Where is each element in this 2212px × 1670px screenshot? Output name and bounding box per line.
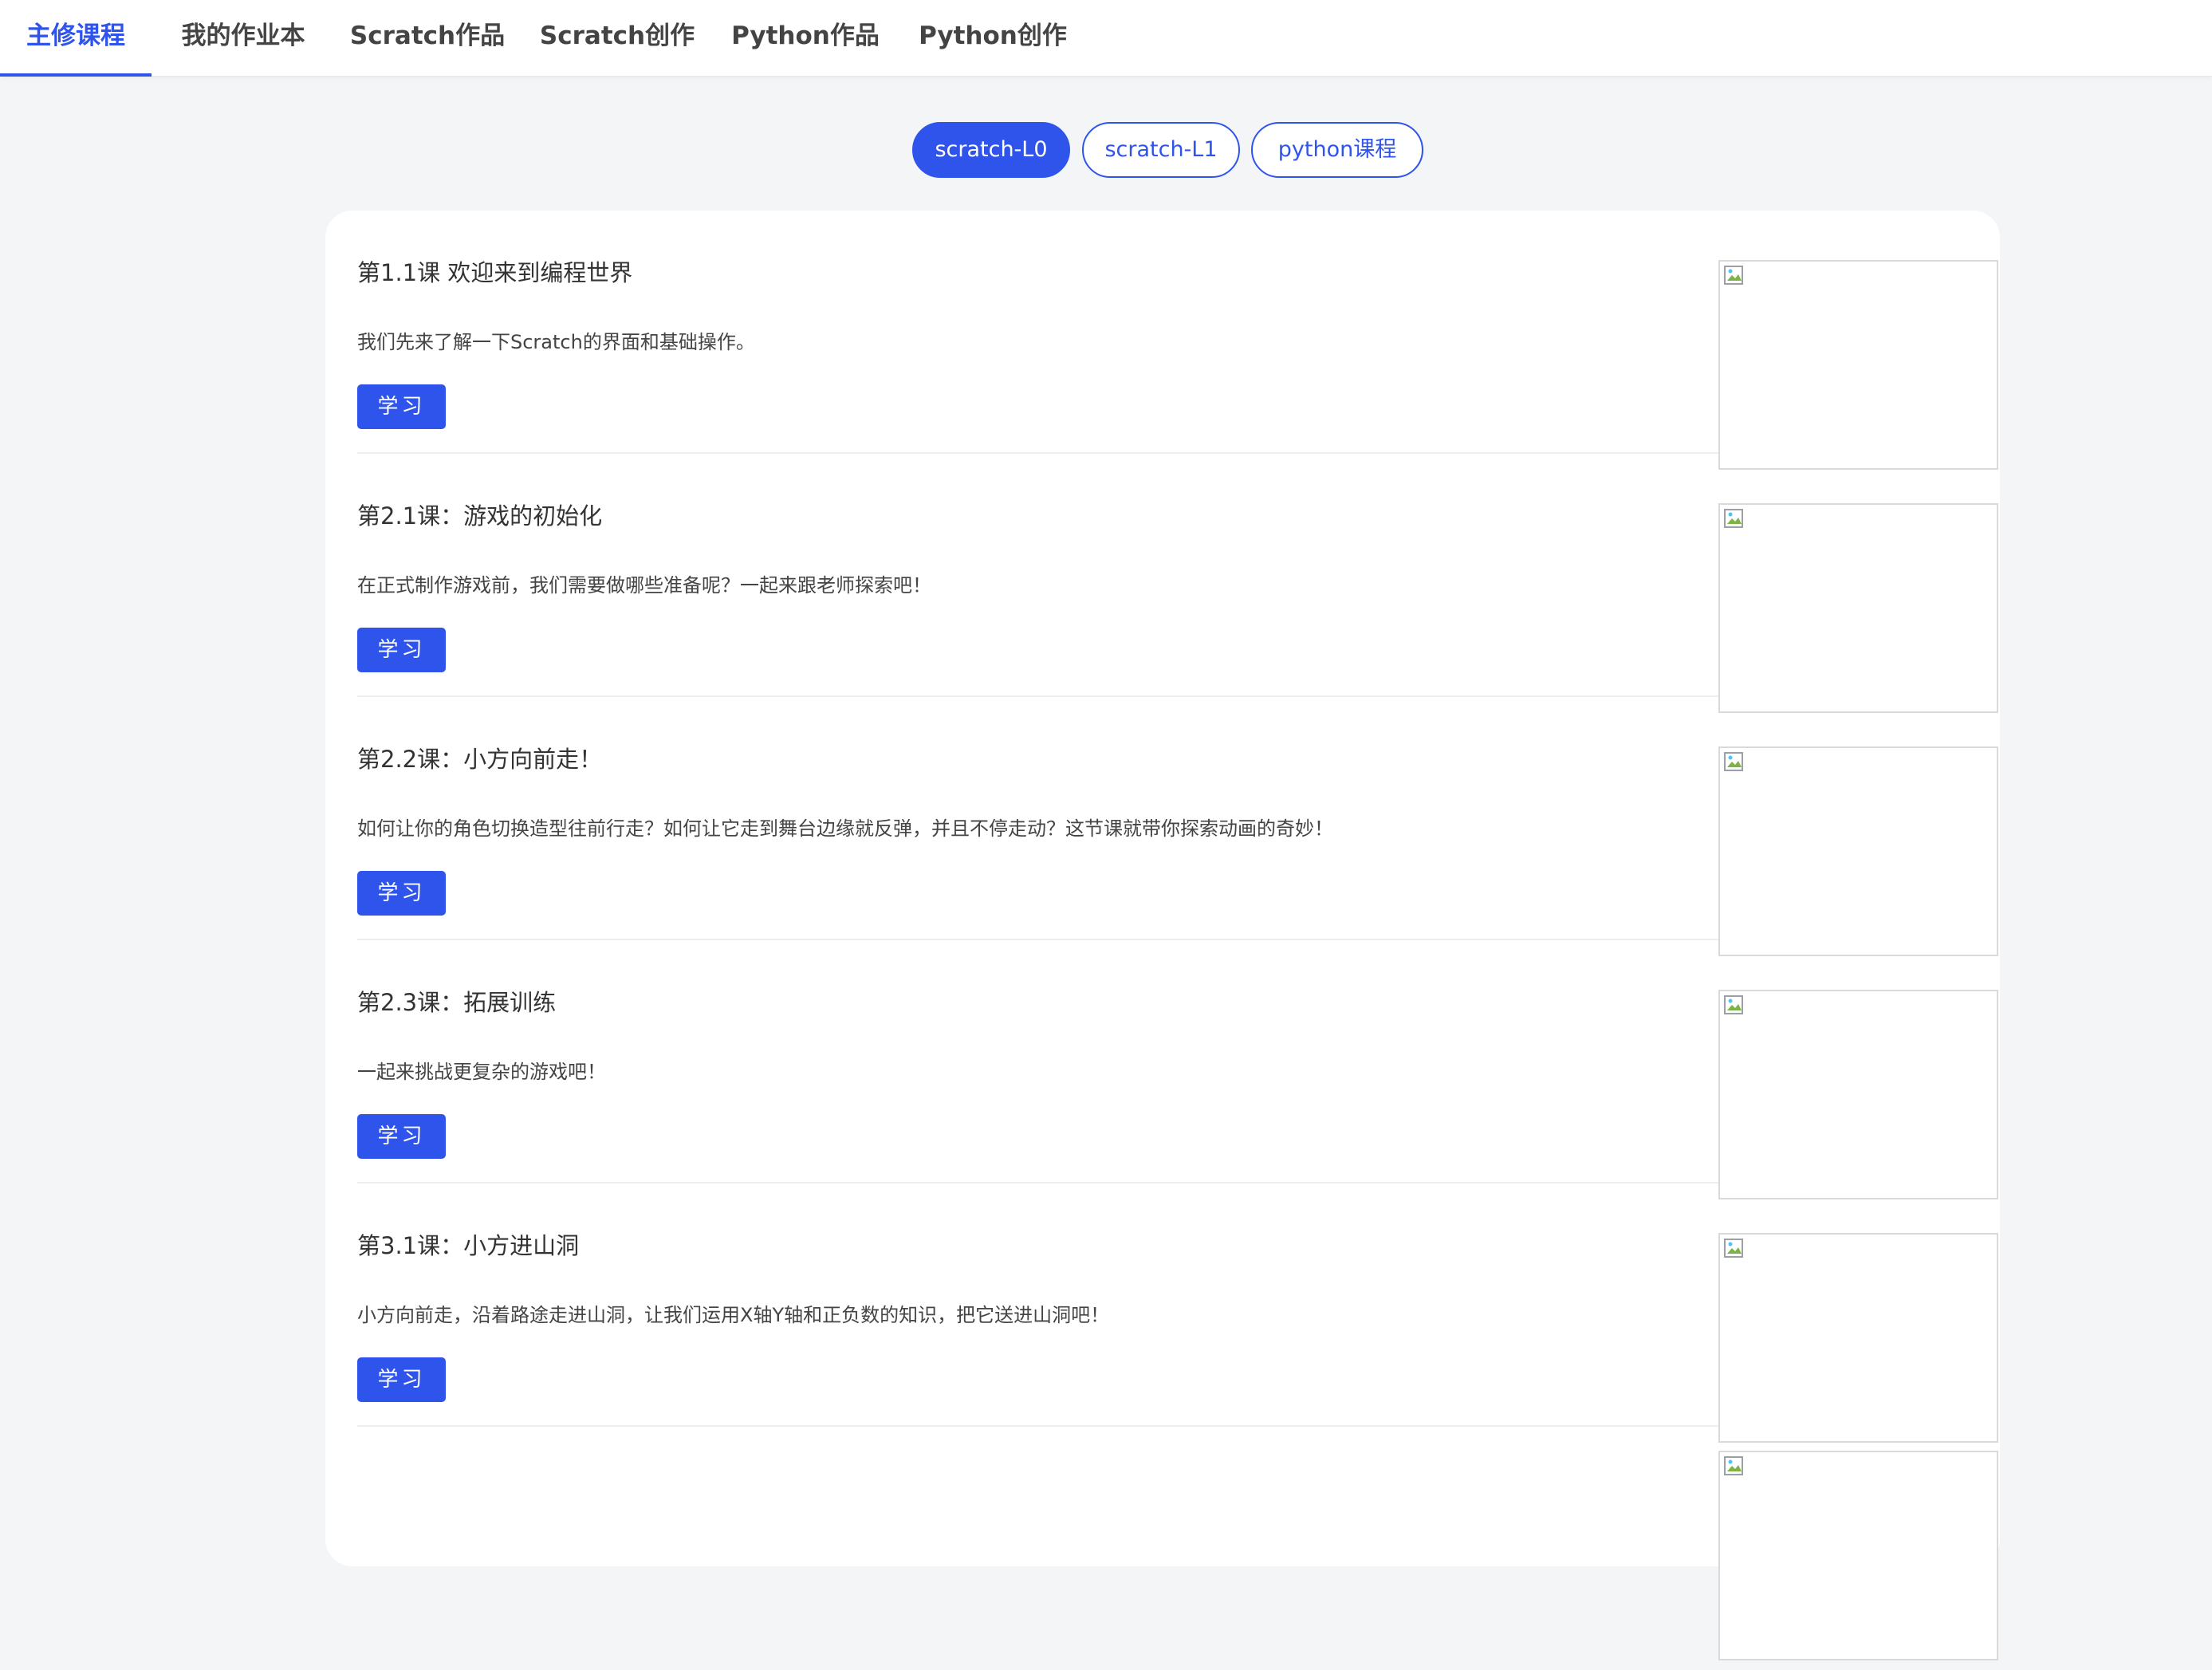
tab-main-courses[interactable]: 主修课程 (0, 0, 152, 77)
tab-python-works[interactable]: Python作品 (726, 0, 885, 77)
tab-scratch-create[interactable]: Scratch创作 (536, 0, 699, 77)
tab-python-create[interactable]: Python创作 (912, 0, 1073, 77)
study-button[interactable]: 学习 (357, 1114, 446, 1159)
course-description: 在正式制作游戏前，我们需要做哪些准备呢？一起来跟老师探索吧！ (357, 574, 931, 597)
course-item: 第3.1课：小方进山洞 小方向前走，沿着路途走进山洞，让我们运用X轴Y轴和正负数… (357, 1184, 1998, 1443)
course-item: 第1.1课 欢迎来到编程世界 我们先来了解一下Scratch的界面和基础操作。 … (357, 211, 1998, 470)
course-item-partial (357, 1427, 1998, 1670)
filter-scratch-l1[interactable]: scratch-L1 (1082, 122, 1240, 178)
study-button[interactable]: 学习 (357, 1357, 446, 1402)
course-thumbnail (1718, 260, 1998, 470)
course-thumbnail (1718, 503, 1998, 713)
broken-image-icon (1724, 266, 1743, 285)
broken-image-icon (1724, 995, 1743, 1014)
course-description: 如何让你的角色切换造型往前行走？如何让它走到舞台边缘就反弹，并且不停走动？这节课… (357, 817, 1333, 840)
filter-python-course[interactable]: python课程 (1251, 122, 1423, 178)
course-thumbnail (1718, 1451, 1998, 1660)
study-button[interactable]: 学习 (357, 384, 446, 429)
course-thumbnail (1718, 746, 1998, 956)
broken-image-icon (1724, 1456, 1743, 1475)
course-thumbnail (1718, 1233, 1998, 1443)
broken-image-icon (1724, 752, 1743, 771)
course-title: 第2.2课：小方向前走！ (357, 746, 603, 773)
tab-scratch-works[interactable]: Scratch作品 (348, 0, 507, 77)
broken-image-icon (1724, 1239, 1743, 1258)
course-description: 一起来挑战更复杂的游戏吧！ (357, 1061, 606, 1083)
course-list-card: 第1.1课 欢迎来到编程世界 我们先来了解一下Scratch的界面和基础操作。 … (325, 211, 2000, 1660)
study-button[interactable]: 学习 (357, 871, 446, 916)
tab-my-homework[interactable]: 我的作业本 (167, 0, 319, 77)
top-nav: 主修课程 我的作业本 Scratch作品 Scratch创作 Python作品 … (0, 0, 2212, 77)
course-thumbnail (1718, 990, 1998, 1199)
broken-image-icon (1724, 509, 1743, 528)
course-item: 第2.3课：拓展训练 一起来挑战更复杂的游戏吧！ 学习 (357, 940, 1998, 1199)
course-title: 第1.1课 欢迎来到编程世界 (357, 259, 633, 286)
course-filter-group: scratch-L0 scratch-L1 python课程 (0, 122, 2212, 178)
course-description: 小方向前走，沿着路途走进山洞，让我们运用X轴Y轴和正负数的知识，把它送进山洞吧！ (357, 1304, 1110, 1326)
course-item: 第2.1课：游戏的初始化 在正式制作游戏前，我们需要做哪些准备呢？一起来跟老师探… (357, 454, 1998, 713)
course-item: 第2.2课：小方向前走！ 如何让你的角色切换造型往前行走？如何让它走到舞台边缘就… (357, 697, 1998, 956)
filter-scratch-l0[interactable]: scratch-L0 (912, 122, 1070, 178)
study-button[interactable]: 学习 (357, 628, 446, 672)
course-description: 我们先来了解一下Scratch的界面和基础操作。 (357, 331, 755, 353)
course-title: 第2.3课：拓展训练 (357, 989, 557, 1016)
course-title: 第3.1课：小方进山洞 (357, 1232, 580, 1259)
course-title: 第2.1课：游戏的初始化 (357, 502, 603, 530)
